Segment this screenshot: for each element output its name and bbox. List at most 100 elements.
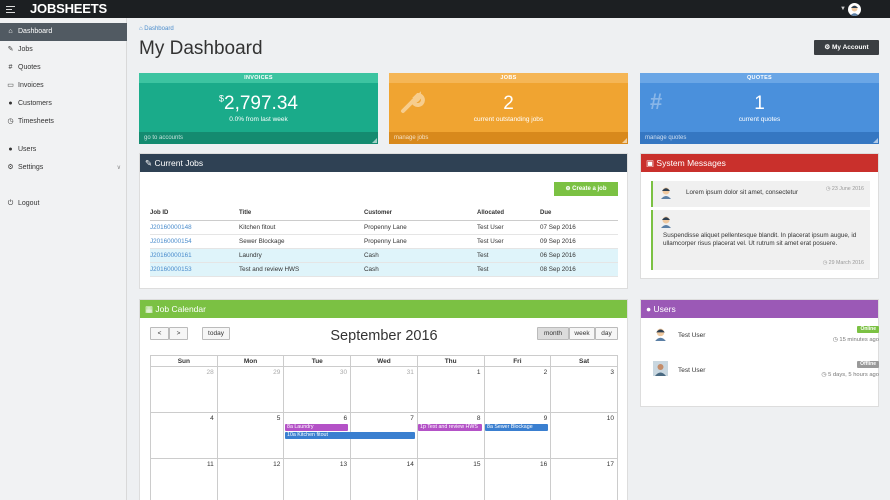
create-job-label: Create a job	[572, 186, 607, 192]
day-view-button[interactable]: day	[595, 327, 618, 340]
message-text: Suspendisse aliquet pellentesque blandit…	[663, 232, 857, 248]
message-time-label: 23 June 2016	[831, 186, 864, 192]
power-icon: ⏻	[7, 200, 14, 207]
job-allocated: Test	[477, 262, 540, 277]
user-item[interactable]: Test User Online ◷ 15 minutes ago	[651, 326, 879, 352]
users-icon: ●	[8, 100, 13, 107]
wrench-icon: ✎	[7, 46, 14, 53]
user-name: Test User	[678, 367, 706, 374]
calendar-day[interactable]: 16	[483, 458, 552, 500]
calendar-event[interactable]: 10a Kitchen fitout	[285, 432, 415, 439]
calendar-day[interactable]: 15	[416, 458, 485, 500]
sidebar-item-label: Logout	[18, 200, 40, 207]
month-view-button[interactable]: month	[537, 327, 569, 340]
cogs-icon: ⚙	[824, 44, 833, 51]
invoices-change: 0.0% from last week	[229, 116, 288, 123]
sidebar-item-timesheets[interactable]: ◷ Timesheets	[0, 113, 127, 131]
breadcrumb-label[interactable]: Dashboard	[144, 26, 173, 32]
quotes-caption: current quotes	[738, 116, 781, 123]
column-header[interactable]: Customer	[364, 207, 477, 221]
sidebar-item-label: Users	[18, 146, 37, 153]
calendar-day[interactable]: 4	[150, 412, 218, 459]
calendar-day[interactable]: 17	[550, 458, 618, 500]
column-header[interactable]: Job ID	[150, 207, 239, 221]
sidebar-item-label: Jobs	[18, 46, 33, 53]
breadcrumb[interactable]: ⌂ Dashboard	[139, 26, 174, 32]
calendar-day[interactable]: 3	[550, 366, 618, 413]
job-id-link[interactable]: J20160000154	[150, 238, 192, 245]
manage-quotes-link[interactable]: manage quotes	[640, 132, 879, 144]
sidebar-item-settings[interactable]: ⚙ Settings ∨	[0, 159, 127, 177]
job-id-link[interactable]: J20160000161	[150, 252, 192, 259]
go-to-accounts-link[interactable]: go to accounts	[139, 132, 378, 144]
last-seen-label: 5 days, 5 hours ago	[828, 372, 879, 378]
sidebar-item-logout[interactable]: ⏻ Logout	[0, 195, 127, 213]
message-item[interactable]: Lorem ipsum dolor sit amet, consectetur …	[651, 181, 870, 207]
manage-jobs-link[interactable]: manage jobs	[389, 132, 628, 144]
table-row[interactable]: J20160000153 Test and review HWS Cash Te…	[150, 262, 618, 277]
calendar-day[interactable]: 2	[483, 366, 552, 413]
home-icon: ⌂	[8, 28, 13, 35]
users-header: ● Users	[641, 300, 878, 318]
sidebar-item-dashboard[interactable]: ⌂ Dashboard	[0, 23, 127, 41]
calendar-event[interactable]: 8a Laundry	[285, 424, 348, 431]
top-bar: JOBSHEETS ▼	[0, 0, 890, 18]
tile-header: JOBS	[389, 73, 628, 83]
calendar-day[interactable]: 10	[550, 412, 618, 459]
table-row[interactable]: J20160000148 Kitchen fitout Propenny Lan…	[150, 220, 618, 235]
user-avatar[interactable]	[848, 3, 861, 16]
messages-icon: ▣	[646, 158, 657, 168]
last-seen: ◷ 15 minutes ago	[833, 337, 879, 343]
calendar-day[interactable]: 9	[483, 412, 552, 459]
status-badge: Online	[857, 326, 879, 333]
calendar-day[interactable]: 30	[283, 366, 352, 413]
sidebar-item-users[interactable]: ● Users	[0, 141, 127, 159]
jobs-count: 2	[503, 93, 514, 114]
job-id-link[interactable]: J20160000148	[150, 224, 192, 231]
calendar-day[interactable]: 11	[150, 458, 218, 500]
tile-header: INVOICES	[139, 73, 378, 83]
calendar-event[interactable]: 1p Test and review HWS	[418, 424, 482, 431]
sidebar-item-quotes[interactable]: # Quotes	[0, 59, 127, 77]
table-row[interactable]: J20160000161 Laundry Cash Test 06 Sep 20…	[150, 248, 618, 263]
quotes-tile: QUOTES # 1 current quotes manage quotes	[640, 73, 879, 144]
message-item[interactable]: Suspendisse aliquet pellentesque blandit…	[651, 210, 870, 270]
calendar-day[interactable]: 1	[416, 366, 485, 413]
job-calendar-panel: ▦ Job Calendar < > today September 2016 …	[139, 299, 628, 500]
job-calendar-header: ▦ Job Calendar	[140, 300, 627, 318]
sidebar-item-customers[interactable]: ● Customers	[0, 95, 127, 113]
calendar-day[interactable]: 5	[216, 412, 285, 459]
calendar-day[interactable]: 14	[350, 458, 418, 500]
weekday-header: Sun	[150, 355, 218, 367]
calendar-day[interactable]: 29	[216, 366, 285, 413]
calendar-day[interactable]: 31	[350, 366, 418, 413]
calendar-day[interactable]: 13	[283, 458, 352, 500]
table-row[interactable]: J20160000154 Sewer Blockage Propenny Lan…	[150, 234, 618, 249]
job-due: 09 Sep 2016	[540, 234, 618, 249]
job-allocated: Test User	[477, 234, 540, 249]
clock-icon: ◷	[7, 118, 14, 125]
calendar-day[interactable]: 8	[416, 412, 485, 459]
job-title: Kitchen fitout	[239, 220, 364, 235]
calendar-day[interactable]: 12	[216, 458, 285, 500]
job-title: Sewer Blockage	[239, 234, 364, 249]
chevron-down-icon[interactable]: ▼	[840, 6, 846, 12]
column-header[interactable]: Due	[540, 207, 618, 221]
system-messages-header: ▣ System Messages	[641, 154, 878, 172]
menu-toggle-icon[interactable]	[6, 6, 15, 13]
column-header[interactable]: Allocated	[477, 207, 540, 221]
column-header[interactable]: Title	[239, 207, 364, 221]
sidebar-item-jobs[interactable]: ✎ Jobs	[0, 41, 127, 59]
brand-logo[interactable]: JOBSHEETS	[30, 1, 107, 16]
job-title: Test and review HWS	[239, 262, 364, 277]
calendar-day[interactable]: 28	[150, 366, 218, 413]
my-account-button[interactable]: ⚙ My Account	[814, 40, 879, 55]
week-view-button[interactable]: week	[569, 327, 595, 340]
job-customer: Propenny Lane	[364, 220, 477, 235]
create-job-button[interactable]: ⊕ Create a job	[554, 182, 618, 196]
job-id-link[interactable]: J20160000153	[150, 266, 192, 273]
sidebar-item-invoices[interactable]: ▭ Invoices	[0, 77, 127, 95]
avatar	[661, 216, 671, 228]
user-item[interactable]: Test User Offline ◷ 5 days, 5 hours ago	[651, 361, 879, 387]
calendar-event[interactable]: 8a Sewer Blockage	[485, 424, 548, 431]
